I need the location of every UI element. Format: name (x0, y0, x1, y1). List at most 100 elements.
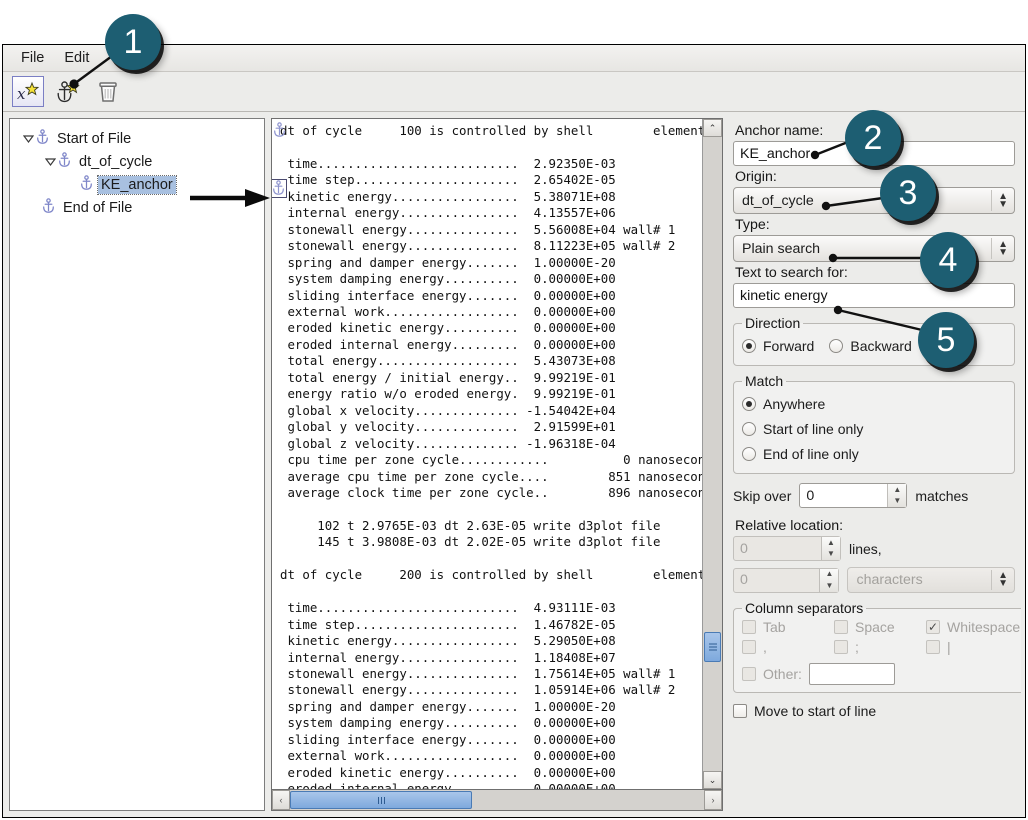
callout-badge-3: 3 (880, 165, 936, 221)
separator-space[interactable]: Space (834, 619, 926, 635)
checkbox-whitespace[interactable] (926, 620, 940, 634)
checkbox-comma[interactable] (742, 640, 756, 654)
radio-anywhere[interactable] (742, 397, 756, 411)
scroll-down-button[interactable]: ⌄ (703, 771, 722, 789)
relative-location-label: Relative location: (735, 518, 844, 534)
new-anchor-button[interactable] (52, 76, 84, 107)
separator-other-label: Other: (763, 666, 802, 682)
separator-semicolon[interactable]: ; (834, 639, 926, 655)
separator-pipe-label: | (947, 639, 951, 655)
radio-start-of-line-label: Start of line only (763, 421, 864, 437)
origin-label: Origin: (735, 169, 777, 185)
vscroll-track[interactable] (703, 137, 722, 771)
relative-chars-unit-value: characters (856, 572, 923, 588)
checkbox-pipe[interactable] (926, 640, 940, 654)
anchor-icon (36, 129, 49, 148)
stepper-down-icon[interactable]: ▼ (822, 549, 840, 561)
scroll-grip-icon (708, 642, 717, 653)
relative-chars-row: 0 ▲ ▼ characters ▲ ▼ (733, 567, 1015, 593)
stepper-up-icon[interactable]: ▲ (822, 537, 840, 549)
separator-space-label: Space (855, 619, 895, 635)
stepper-up-icon[interactable]: ▲ (888, 484, 906, 496)
delete-button[interactable] (92, 76, 124, 107)
anchor-star-icon (57, 79, 80, 102)
stepper-buttons[interactable]: ▲ ▼ (887, 484, 907, 508)
separator-whitespace[interactable]: Whitespace (926, 619, 1020, 635)
log-text-view[interactable]: dt of cycle 100 is controlled by shell e… (272, 119, 702, 789)
radio-end-of-line[interactable] (742, 447, 756, 461)
checkbox-semicolon[interactable] (834, 640, 848, 654)
relative-lines-stepper[interactable]: 0 ▲ ▼ (733, 536, 841, 561)
search-text-input[interactable] (733, 283, 1015, 308)
relative-lines-row: 0 ▲ ▼ lines, (733, 536, 1015, 561)
radio-backward[interactable] (829, 339, 844, 353)
stepper-down-icon[interactable]: ▼ (888, 496, 906, 508)
scroll-grip-icon (377, 796, 385, 804)
checkbox-tab[interactable] (742, 620, 756, 634)
stepper-buttons[interactable]: ▲ ▼ (819, 568, 839, 592)
menu-edit[interactable]: Edit (54, 47, 99, 69)
chevron-updown-icon: ▲ ▼ (998, 570, 1008, 589)
match-option-end-of-line[interactable]: End of line only (742, 442, 1006, 466)
twisty-expanded-icon[interactable] (20, 131, 36, 147)
match-option-start-of-line[interactable]: Start of line only (742, 417, 1006, 441)
move-to-start-row[interactable]: Move to start of line (733, 703, 1015, 719)
match-option-anywhere[interactable]: Anywhere (742, 392, 1006, 416)
scroll-up-button[interactable]: ⌃ (703, 119, 722, 137)
skip-over-value: 0 (806, 487, 815, 504)
text-view-inner: dt of cycle 100 is controlled by shell e… (272, 119, 722, 790)
checkbox-move-to-start[interactable] (733, 704, 747, 718)
stepper-buttons[interactable]: ▲ ▼ (821, 537, 840, 560)
skip-over-stepper[interactable]: 0 ▲ ▼ (799, 483, 908, 508)
tree-node-dt-of-cycle[interactable]: dt_of_cycle (14, 150, 260, 173)
hscroll-track[interactable] (290, 790, 704, 810)
twisty-expanded-icon[interactable] (42, 154, 58, 170)
radio-forward-label: Forward (763, 338, 815, 354)
svg-text:x: x (17, 85, 26, 103)
scroll-left-button[interactable]: ‹ (272, 790, 290, 810)
separator-other-row[interactable]: Other: (742, 663, 1020, 685)
text-vertical-scrollbar[interactable]: ⌃ ⌄ (702, 119, 722, 789)
combo-separator (991, 570, 992, 590)
separator-semicolon-label: ; (855, 639, 859, 655)
radio-forward[interactable] (742, 339, 756, 353)
radio-backward-label: Backward (850, 338, 912, 354)
text-horizontal-scrollbar[interactable]: ‹ › (272, 790, 722, 810)
checkbox-space[interactable] (834, 620, 848, 634)
direction-legend: Direction (745, 315, 801, 331)
separator-comma-label: , (763, 639, 767, 655)
anchor-icon (80, 175, 93, 194)
stepper-up-icon[interactable]: ▲ (820, 569, 838, 581)
origin-select[interactable]: dt_of_cycle ▲ ▼ (733, 187, 1015, 214)
tree-node-start-of-file[interactable]: Start of File (14, 127, 260, 150)
tree-node-end-of-file[interactable]: End of File (14, 196, 260, 219)
anchor-icon (58, 152, 71, 171)
screenshot-root: File Edit x Start of File dt_of_cycle KE… (0, 0, 1028, 820)
separator-other-input[interactable] (808, 663, 895, 685)
menu-file[interactable]: File (11, 47, 54, 69)
checkbox-other[interactable] (742, 667, 756, 681)
new-variable-button[interactable]: x (12, 76, 44, 107)
toolbar: x (3, 72, 1025, 112)
anchor-tree-panel[interactable]: Start of File dt_of_cycle KE_anchor End … (9, 118, 265, 811)
tree-node-label: End of File (63, 199, 133, 216)
tree-node-label: KE_anchor (97, 174, 177, 195)
scroll-right-button[interactable]: › (704, 790, 722, 810)
separator-tab[interactable]: Tab (742, 619, 834, 635)
relative-chars-unit-select[interactable]: characters ▲ ▼ (847, 567, 1015, 593)
stepper-down-icon[interactable]: ▼ (820, 580, 838, 592)
skip-over-suffix-label: matches (915, 487, 969, 504)
relative-chars-stepper[interactable]: 0 ▲ ▼ (733, 567, 840, 593)
tree-node-ke-anchor[interactable]: KE_anchor (14, 173, 260, 196)
column-separators-group: Column separators Tab Space Whitespac (733, 600, 1021, 693)
combo-separator (991, 238, 992, 259)
radio-start-of-line[interactable] (742, 422, 756, 436)
separator-pipe[interactable]: | (926, 639, 1020, 655)
separator-comma[interactable]: , (742, 639, 834, 655)
hscroll-thumb[interactable] (290, 791, 472, 809)
callout-badge-1: 1 (105, 14, 161, 70)
combo-separator (991, 190, 992, 211)
vscroll-thumb[interactable] (704, 632, 721, 662)
tree-node-label: dt_of_cycle (79, 153, 153, 170)
radio-anywhere-label: Anywhere (763, 396, 826, 412)
